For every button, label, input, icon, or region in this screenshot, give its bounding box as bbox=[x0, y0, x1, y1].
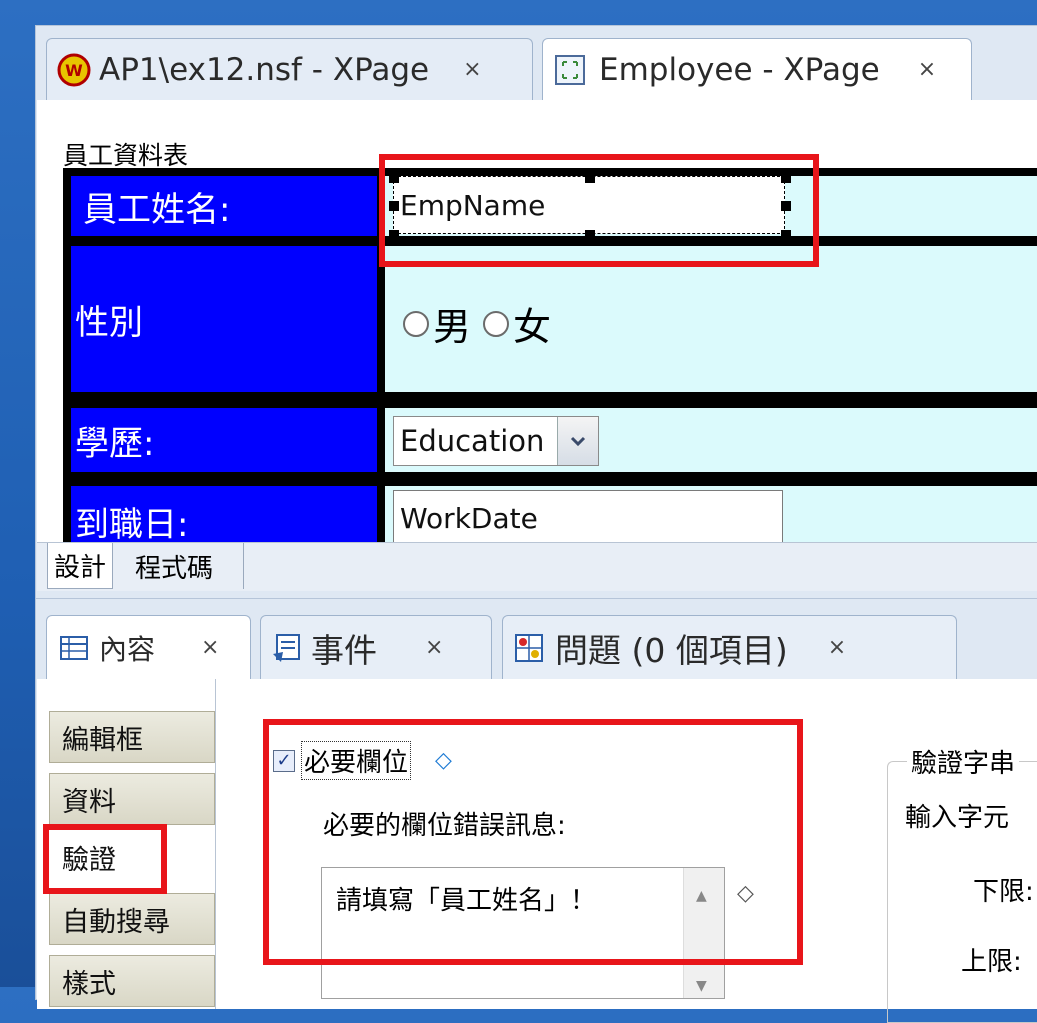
education-label: 學歷: bbox=[71, 408, 377, 472]
tab-properties[interactable]: 內容 × bbox=[46, 615, 251, 679]
divider bbox=[215, 679, 216, 1009]
workdate-label: 到職日: bbox=[71, 486, 377, 542]
highlight-box bbox=[263, 719, 803, 965]
radio-female[interactable]: 女 bbox=[483, 296, 551, 351]
form-caption: 員工資料表 bbox=[63, 141, 189, 170]
properties-icon bbox=[60, 635, 88, 660]
close-icon[interactable]: × bbox=[918, 57, 936, 82]
tab-events[interactable]: 事件 × bbox=[260, 615, 492, 679]
education-combobox[interactable]: Education bbox=[393, 416, 599, 466]
tab-source-code[interactable]: 程式碼 bbox=[129, 543, 219, 589]
gender-radio-group: 男 女 bbox=[403, 296, 563, 351]
design-view-tabs: 設計 程式碼 bbox=[37, 542, 1037, 591]
editor-panel: W AP1\ex12.nsf - XPage × Employee - XPag… bbox=[35, 25, 1037, 607]
min-label: 下限: bbox=[973, 877, 1034, 907]
tab-employee-xpage[interactable]: Employee - XPage × bbox=[542, 38, 972, 100]
design-canvas[interactable]: 員工資料表 員工姓名: EmpName 性別 男 女 學歷: Education… bbox=[37, 100, 1037, 542]
tab-label: 內容 bbox=[99, 632, 156, 666]
name-label: 員工姓名: bbox=[71, 176, 377, 236]
close-icon[interactable]: × bbox=[425, 635, 443, 660]
notes-db-icon: W bbox=[57, 53, 91, 86]
tab-label: AP1\ex12.nsf - XPage bbox=[99, 51, 430, 88]
chevron-down-icon[interactable] bbox=[557, 417, 598, 465]
radio-label: 女 bbox=[513, 305, 552, 349]
combo-value: Education bbox=[400, 424, 545, 458]
close-icon[interactable]: × bbox=[201, 635, 219, 660]
sidetab-edit-box[interactable]: 編輯框 bbox=[49, 711, 215, 763]
close-icon[interactable]: × bbox=[463, 57, 481, 82]
close-icon[interactable]: × bbox=[828, 635, 846, 660]
tab-label: 事件 bbox=[311, 630, 377, 670]
sidetab-type-ahead[interactable]: 自動搜尋 bbox=[49, 893, 215, 945]
tab-label: Employee - XPage bbox=[599, 51, 880, 88]
events-icon bbox=[273, 633, 300, 662]
radio-button[interactable] bbox=[483, 310, 510, 337]
problems-icon bbox=[515, 633, 543, 662]
properties-body: 編輯框 資料 驗證 自動搜尋 樣式 ✓ 必要欄位 ◇ 必要的欄位錯誤訊息: 請填… bbox=[37, 679, 1037, 1023]
group-title: 驗證字串 bbox=[907, 743, 1020, 780]
sidetab-style[interactable]: 樣式 bbox=[49, 955, 215, 1007]
radio-button[interactable] bbox=[403, 310, 429, 337]
max-label: 上限: bbox=[961, 947, 1022, 977]
workdate-field[interactable]: WorkDate bbox=[393, 490, 783, 542]
xpage-icon bbox=[555, 54, 585, 85]
input-chars-label: 輸入字元 bbox=[905, 803, 1010, 833]
properties-panel: 內容 × 事件 × 問題 (0 個項目) × 編輯框 資料 驗證 自動搜尋 樣式 bbox=[35, 598, 1037, 1023]
tab-design[interactable]: 設計 bbox=[47, 543, 114, 589]
radio-label: 男 bbox=[433, 305, 472, 349]
svg-text:W: W bbox=[65, 61, 83, 80]
highlight-box bbox=[379, 154, 819, 267]
scroll-down-icon[interactable]: ▼ bbox=[696, 978, 707, 994]
tab-problems[interactable]: 問題 (0 個項目) × bbox=[502, 615, 957, 679]
tab-ap1-database[interactable]: W AP1\ex12.nsf - XPage × bbox=[46, 38, 533, 100]
divider bbox=[243, 543, 244, 589]
tab-label: 問題 (0 個項目) bbox=[555, 630, 788, 670]
radio-male[interactable]: 男 bbox=[403, 296, 471, 351]
highlight-box bbox=[43, 824, 167, 894]
gender-label: 性別 bbox=[71, 246, 377, 392]
sidetab-data[interactable]: 資料 bbox=[49, 773, 215, 825]
